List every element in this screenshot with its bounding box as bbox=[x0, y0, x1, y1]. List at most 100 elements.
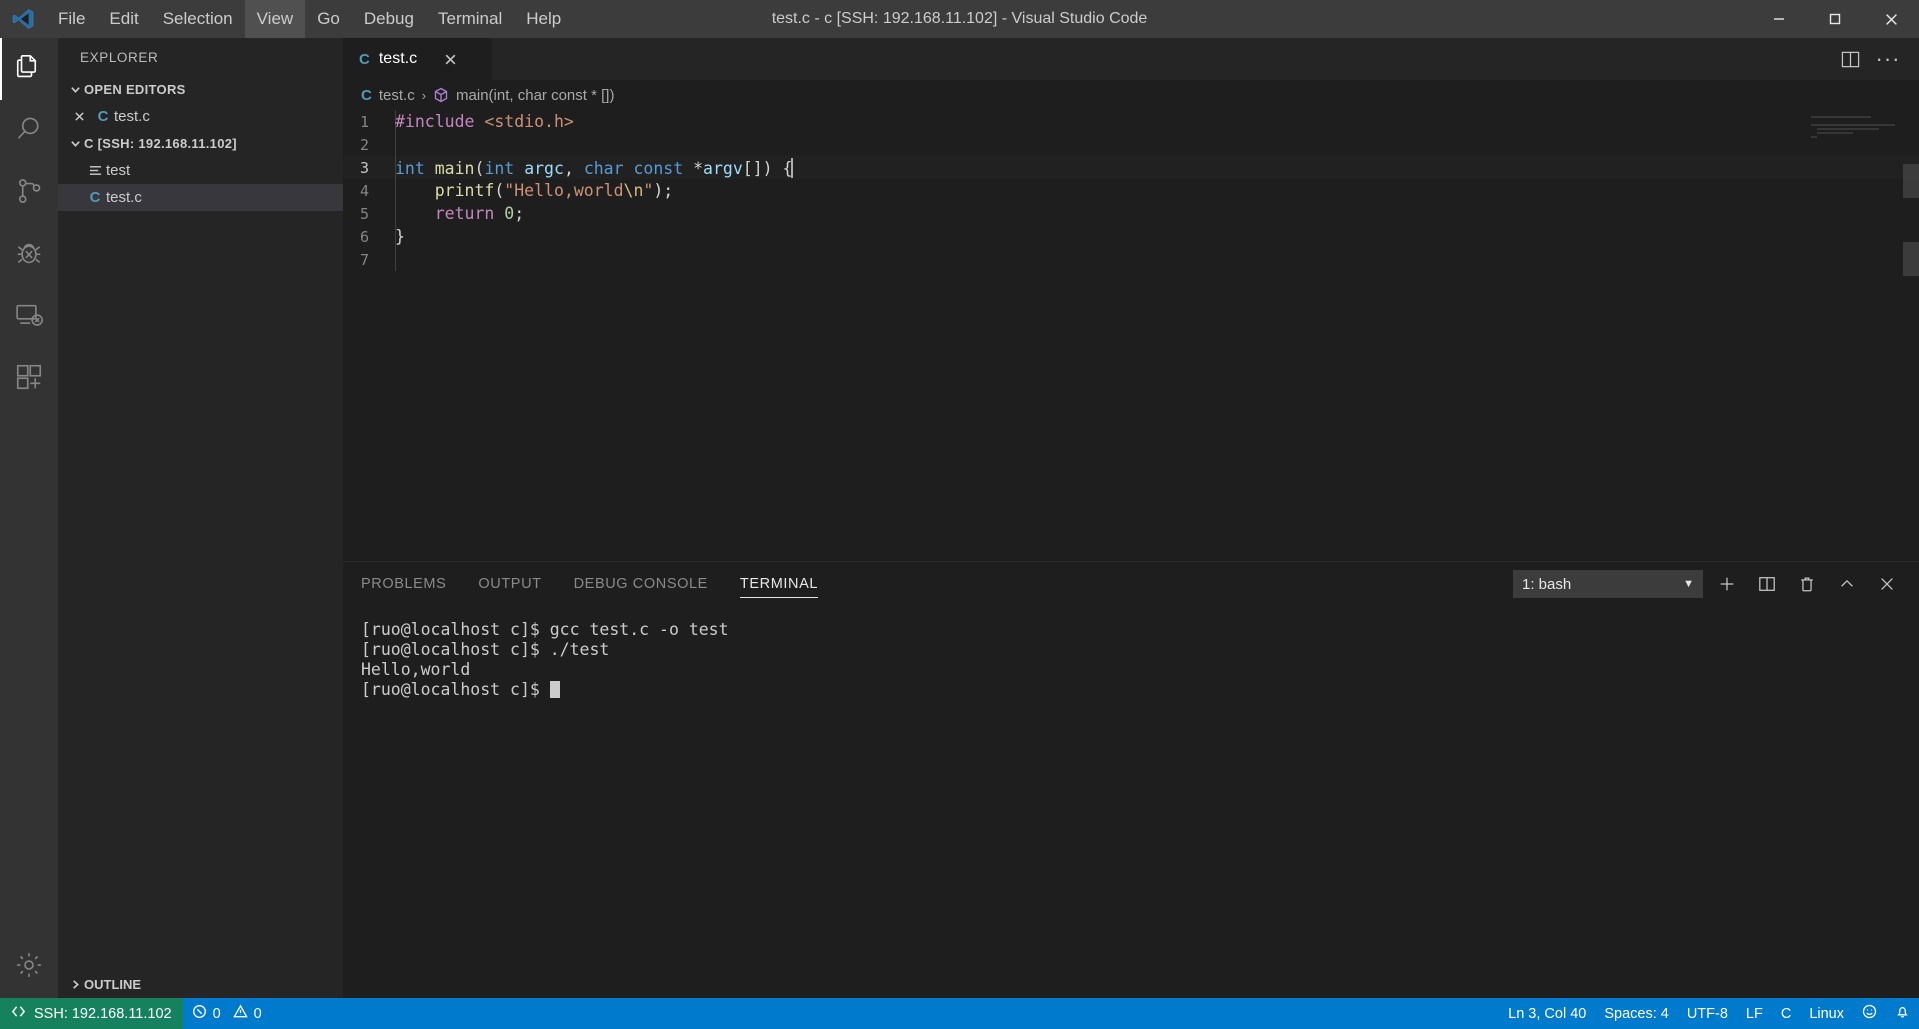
file-item-label: test bbox=[106, 162, 130, 179]
error-circle-icon bbox=[192, 1004, 207, 1023]
panel-tab-problems[interactable]: PROBLEMS bbox=[361, 562, 446, 606]
split-editor-icon[interactable] bbox=[1833, 42, 1867, 76]
split-icon[interactable] bbox=[1751, 568, 1783, 600]
status-language-mode[interactable]: C bbox=[1772, 998, 1800, 1029]
menu-item-debug[interactable]: Debug bbox=[352, 0, 426, 38]
line-content: int main(int argc, char const *argv[]) { bbox=[395, 158, 793, 178]
menu-item-help[interactable]: Help bbox=[514, 0, 573, 38]
chevron-down-icon bbox=[66, 138, 84, 149]
activity-item-remote-explorer[interactable] bbox=[0, 286, 58, 348]
smiley-icon bbox=[1862, 1004, 1877, 1023]
debug-icon bbox=[14, 238, 44, 273]
section-open-editors-label: OPEN EDITORS bbox=[84, 82, 186, 97]
minimap[interactable] bbox=[1811, 116, 1903, 156]
editor-scrollbar[interactable] bbox=[1903, 242, 1919, 276]
activity-item-source-control[interactable] bbox=[0, 162, 58, 224]
status-error-count: 0 bbox=[213, 1006, 221, 1022]
section-outline-label: OUTLINE bbox=[84, 977, 141, 992]
activity-item-explorer[interactable] bbox=[0, 38, 58, 100]
status-feedback[interactable] bbox=[1853, 998, 1886, 1029]
menu-item-edit[interactable]: Edit bbox=[97, 0, 150, 38]
terminal-selector[interactable]: 1: bash ▼ bbox=[1513, 570, 1703, 598]
line-number: 1 bbox=[343, 113, 395, 131]
open-editor-item-test-c[interactable]: C test.c bbox=[58, 103, 343, 130]
file-item-test[interactable]: test bbox=[58, 157, 343, 184]
status-cursor-position[interactable]: Ln 3, Col 40 bbox=[1499, 998, 1595, 1029]
close-button[interactable] bbox=[1863, 0, 1919, 38]
tab-test-c[interactable]: C test.c bbox=[343, 38, 493, 80]
vscode-window: File Edit Selection View Go Debug Termin… bbox=[0, 0, 1919, 1029]
remote-icon bbox=[11, 1004, 26, 1023]
status-encoding[interactable]: UTF-8 bbox=[1678, 998, 1737, 1029]
minimize-button[interactable] bbox=[1751, 0, 1807, 38]
trash-icon[interactable] bbox=[1791, 568, 1823, 600]
line-content: #include <stdio.h> bbox=[395, 112, 574, 131]
menu-item-view[interactable]: View bbox=[245, 0, 306, 38]
code-editor[interactable]: 1 #include <stdio.h> 2 3 int main(int ar… bbox=[343, 110, 1919, 561]
c-file-icon: C bbox=[359, 51, 370, 68]
breadcrumb: C test.c › main(int, char const * []) bbox=[343, 80, 1919, 110]
remote-explorer-icon bbox=[14, 300, 44, 335]
panel-tab-terminal[interactable]: TERMINAL bbox=[740, 562, 818, 606]
code-line: 2 bbox=[343, 133, 1919, 156]
activity-item-search[interactable] bbox=[0, 100, 58, 162]
sidebar-explorer: EXPLORER OPEN EDITORS C test.c bbox=[58, 38, 343, 998]
editor-tabs: C test.c ··· bbox=[343, 38, 1919, 80]
breadcrumb-separator: › bbox=[422, 88, 426, 103]
editor-actions: ··· bbox=[1833, 38, 1919, 80]
breadcrumb-symbol[interactable]: main(int, char const * []) bbox=[456, 87, 614, 104]
plus-icon[interactable] bbox=[1711, 568, 1743, 600]
status-notifications[interactable] bbox=[1886, 998, 1919, 1029]
tab-label: test.c bbox=[379, 50, 417, 68]
close-icon[interactable] bbox=[1871, 568, 1903, 600]
terminal-line: [ruo@localhost c]$ gcc test.c -o test bbox=[361, 620, 1919, 640]
chevron-up-icon[interactable] bbox=[1831, 568, 1863, 600]
status-remote-indicator[interactable]: SSH: 192.168.11.102 bbox=[0, 998, 183, 1029]
editor-scrollbar[interactable] bbox=[1903, 164, 1919, 198]
section-folder-root[interactable]: C [SSH: 192.168.11.102] bbox=[58, 130, 343, 157]
menu-item-selection[interactable]: Selection bbox=[151, 0, 245, 38]
status-platform[interactable]: Linux bbox=[1800, 998, 1853, 1029]
status-bar: SSH: 192.168.11.102 0 0 Ln 3, Col 40 Spa… bbox=[0, 998, 1919, 1029]
status-remote-label: SSH: 192.168.11.102 bbox=[34, 1006, 172, 1022]
file-item-label: test.c bbox=[106, 189, 142, 206]
breadcrumb-file[interactable]: test.c bbox=[379, 87, 415, 104]
minimap-line bbox=[1811, 124, 1895, 126]
code-line: 4 printf("Hello,world\n"); bbox=[343, 179, 1919, 202]
text-caret bbox=[791, 158, 793, 178]
editor-group: C test.c ··· C test.c bbox=[343, 38, 1919, 998]
source-control-icon bbox=[14, 176, 44, 211]
menu-item-file[interactable]: File bbox=[46, 0, 97, 38]
section-outline[interactable]: OUTLINE bbox=[58, 970, 343, 998]
terminal-output[interactable]: [ruo@localhost c]$ gcc test.c -o test [r… bbox=[343, 606, 1919, 998]
activity-item-manage[interactable] bbox=[0, 936, 58, 998]
tab-close-icon[interactable] bbox=[440, 49, 460, 69]
panel-tabs: PROBLEMS OUTPUT DEBUG CONSOLE TERMINAL 1… bbox=[343, 562, 1919, 606]
bottom-panel: PROBLEMS OUTPUT DEBUG CONSOLE TERMINAL 1… bbox=[343, 561, 1919, 998]
ellipsis-icon[interactable]: ··· bbox=[1871, 42, 1905, 76]
status-eol[interactable]: LF bbox=[1737, 998, 1772, 1029]
open-editor-label: test.c bbox=[114, 108, 150, 125]
menu-item-terminal[interactable]: Terminal bbox=[426, 0, 514, 38]
sidebar-spacer bbox=[58, 211, 343, 970]
panel-actions: 1: bash ▼ bbox=[1513, 568, 1919, 600]
status-indentation[interactable]: Spaces: 4 bbox=[1595, 998, 1678, 1029]
terminal-prompt-line: [ruo@localhost c]$ bbox=[361, 680, 1919, 700]
close-icon[interactable] bbox=[66, 111, 92, 122]
menu-item-go[interactable]: Go bbox=[305, 0, 352, 38]
chevron-down-icon: ▼ bbox=[1683, 578, 1694, 590]
activity-item-extensions[interactable] bbox=[0, 348, 58, 410]
activity-item-debug[interactable] bbox=[0, 224, 58, 286]
bell-icon bbox=[1895, 1004, 1910, 1023]
minimap-line bbox=[1811, 136, 1817, 138]
code-line: 1 #include <stdio.h> bbox=[343, 110, 1919, 133]
section-open-editors[interactable]: OPEN EDITORS bbox=[58, 76, 343, 103]
status-spacer bbox=[271, 998, 1499, 1029]
maximize-button[interactable] bbox=[1807, 0, 1863, 38]
line-number: 3 bbox=[343, 159, 395, 177]
panel-tab-debug-console[interactable]: DEBUG CONSOLE bbox=[574, 562, 708, 606]
status-problems[interactable]: 0 0 bbox=[183, 998, 271, 1029]
minimap-line bbox=[1817, 128, 1879, 130]
file-item-test-c[interactable]: C test.c bbox=[58, 184, 343, 211]
panel-tab-output[interactable]: OUTPUT bbox=[478, 562, 541, 606]
